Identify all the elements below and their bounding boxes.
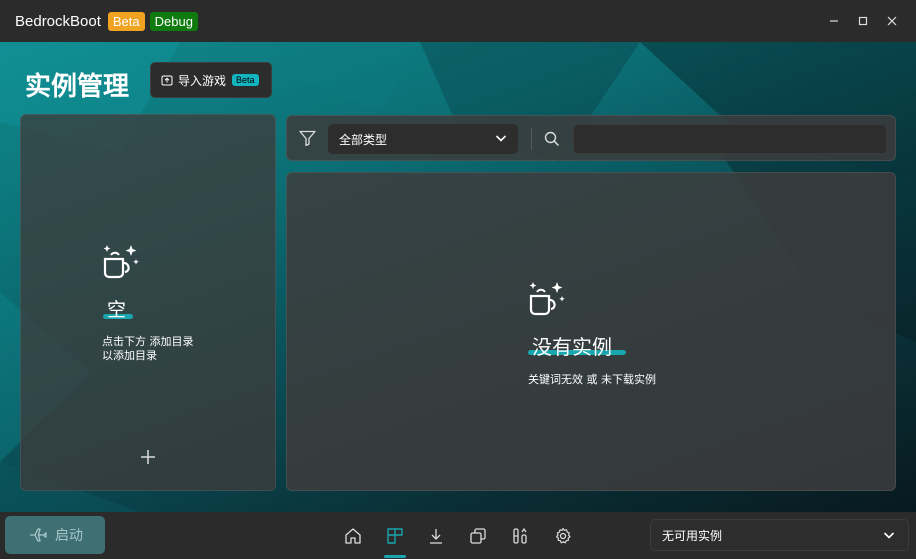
no-instances-title: 没有实例 — [532, 335, 612, 359]
search-input[interactable] — [573, 124, 887, 154]
page-title: 实例管理 — [25, 72, 130, 102]
close-button[interactable] — [877, 0, 906, 42]
close-icon — [887, 16, 896, 26]
filter-divider — [531, 128, 532, 150]
empty-box-sparkle-icon — [103, 245, 139, 279]
type-select[interactable]: 全部类型 — [328, 124, 518, 154]
nav-instances[interactable] — [380, 512, 410, 559]
add-directory-button[interactable] — [136, 445, 160, 469]
search-icon — [544, 131, 560, 147]
chevron-down-icon — [883, 532, 895, 539]
beta-badge: Beta — [107, 11, 145, 31]
filter-icon[interactable] — [299, 130, 316, 146]
import-game-label: 导入游戏 — [178, 73, 227, 88]
bottom-bar: 启动 无可用实例 — [0, 512, 916, 559]
chevron-down-icon — [495, 135, 507, 142]
download-icon — [430, 528, 442, 544]
launch-label: 启动 — [55, 528, 83, 544]
debug-badge: Debug — [149, 11, 198, 31]
empty-description: 点击下方 添加目录 以添加目录 — [102, 335, 194, 363]
no-instances-description: 关键词无效 或 未下载实例 — [528, 373, 656, 386]
instance-select-value: 无可用实例 — [662, 528, 723, 543]
maximize-icon — [858, 16, 867, 26]
instances-icon — [387, 527, 403, 544]
tools-icon — [513, 527, 527, 544]
home-icon — [345, 527, 361, 544]
main-area: 实例管理 导入游戏 Beta 空 点击下方 添加目录 以添加目录 全部类型 没有… — [0, 42, 916, 512]
nav-active-indicator — [384, 555, 406, 558]
filter-bar: 全部类型 — [286, 115, 896, 161]
minimize-button[interactable] — [819, 0, 848, 42]
instance-select[interactable]: 无可用实例 — [650, 519, 909, 551]
versions-icon — [470, 527, 486, 544]
directory-panel: 空 点击下方 添加目录 以添加目录 — [20, 114, 276, 491]
airplane-icon — [30, 528, 47, 542]
settings-icon — [556, 527, 571, 543]
plus-icon — [141, 450, 155, 464]
nav-tools[interactable] — [505, 512, 535, 559]
launch-button[interactable]: 启动 — [5, 516, 105, 554]
minimize-icon — [829, 20, 838, 22]
empty-desc-line1: 点击下方 添加目录 — [102, 335, 194, 348]
nav-settings[interactable] — [548, 512, 578, 559]
import-icon — [161, 75, 173, 86]
nav-home[interactable] — [338, 512, 368, 559]
nav-versions[interactable] — [463, 512, 493, 559]
empty-desc-line2: 以添加目录 — [102, 349, 157, 362]
empty-title: 空 — [107, 299, 127, 321]
empty-box-sparkle-icon — [529, 282, 565, 316]
app-name: BedrockBoot — [15, 12, 101, 30]
nav-download[interactable] — [421, 512, 451, 559]
import-game-button[interactable]: 导入游戏 Beta — [150, 62, 272, 98]
type-select-value: 全部类型 — [339, 132, 388, 147]
import-beta-badge: Beta — [232, 74, 259, 86]
instances-panel: 没有实例 关键词无效 或 未下载实例 — [286, 172, 896, 491]
maximize-button[interactable] — [848, 0, 877, 42]
title-bar: BedrockBoot Beta Debug — [0, 0, 916, 42]
